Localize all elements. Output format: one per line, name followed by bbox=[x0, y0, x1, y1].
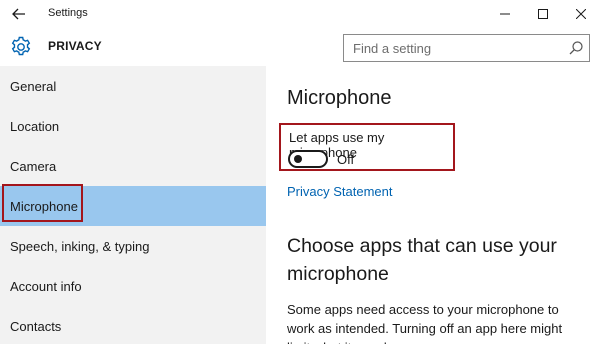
privacy-statement-link[interactable]: Privacy Statement bbox=[287, 184, 393, 199]
sidebar-item-label: Speech, inking, & typing bbox=[10, 238, 150, 254]
title-bar: Settings bbox=[0, 0, 600, 28]
maximize-button[interactable] bbox=[524, 0, 562, 28]
sidebar-item-label: Microphone bbox=[10, 198, 78, 214]
sidebar-item-label: General bbox=[10, 78, 57, 94]
back-button[interactable] bbox=[8, 4, 30, 24]
sidebar-item-microphone[interactable]: Microphone bbox=[0, 186, 266, 226]
minimize-button[interactable] bbox=[486, 0, 524, 28]
close-icon bbox=[576, 9, 586, 19]
microphone-toggle[interactable] bbox=[288, 150, 328, 168]
apps-heading: Choose apps that can use your microphone bbox=[287, 235, 557, 285]
sidebar-item-label: Account info bbox=[10, 278, 82, 294]
minimize-icon bbox=[500, 13, 510, 15]
toggle-knob bbox=[294, 155, 302, 163]
section-title: PRIVACY bbox=[48, 39, 102, 53]
search-icon[interactable] bbox=[568, 40, 584, 56]
toggle-highlight-box: Let apps use my microphone Off bbox=[279, 123, 455, 171]
maximize-icon bbox=[538, 9, 548, 19]
page-title: Microphone bbox=[287, 87, 392, 109]
sidebar-item-location[interactable]: Location bbox=[0, 106, 266, 146]
search-input[interactable] bbox=[344, 35, 564, 61]
main-content: Microphone Let apps use my microphone Of… bbox=[266, 66, 600, 344]
back-arrow-icon bbox=[12, 8, 25, 20]
sidebar-item-label: Contacts bbox=[10, 318, 62, 334]
sidebar-item-label: Camera bbox=[10, 158, 57, 174]
sidebar-item-account-info[interactable]: Account info bbox=[0, 266, 266, 306]
sidebar-item-general[interactable]: General bbox=[0, 66, 266, 106]
gear-icon bbox=[11, 36, 31, 56]
apps-description: Some apps need access to your microphone… bbox=[287, 302, 563, 344]
search-box[interactable] bbox=[343, 34, 590, 62]
sidebar-item-label: Location bbox=[10, 118, 60, 134]
toggle-state: Off bbox=[337, 152, 355, 167]
sidebar-item-camera[interactable]: Camera bbox=[0, 146, 266, 186]
window-title: Settings bbox=[48, 7, 88, 19]
sidebar: General Location Camera Microphone Speec… bbox=[0, 66, 266, 344]
sidebar-item-contacts[interactable]: Contacts bbox=[0, 306, 266, 344]
close-button[interactable] bbox=[562, 0, 600, 28]
settings-header: PRIVACY bbox=[0, 28, 600, 66]
sidebar-item-speech[interactable]: Speech, inking, & typing bbox=[0, 226, 266, 266]
